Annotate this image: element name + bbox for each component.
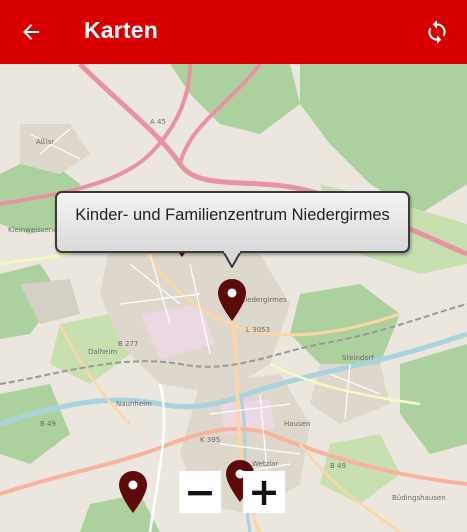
place-label-niedergirmes: Niedergirmes <box>240 296 287 304</box>
road-label: K 395 <box>200 436 221 444</box>
road-label: B 49 <box>330 462 346 470</box>
map-marker-selected[interactable] <box>217 278 247 322</box>
marker-info-popup[interactable]: Kinder- und Familienzentrum Niedergirmes <box>55 191 410 253</box>
popup-pointer <box>222 251 242 268</box>
road-label: B 49 <box>40 420 56 428</box>
page-title: Karten <box>84 17 159 43</box>
zoom-in-button[interactable]: + <box>243 471 285 513</box>
map-marker[interactable] <box>118 470 148 514</box>
place-label-dalheim: Dalheim <box>88 348 118 356</box>
place-label-asslar: Aßlar <box>36 138 55 146</box>
arrow-back-icon <box>23 24 39 40</box>
app-bar: Karten <box>0 0 467 64</box>
location-pin-icon <box>218 279 246 321</box>
road-label: L 3053 <box>246 326 270 334</box>
popup-title: Kinder- und Familienzentrum Niedergirmes <box>75 206 390 224</box>
refresh-button[interactable] <box>420 16 454 48</box>
place-label-hausen: Hausen <box>284 420 311 428</box>
place-label-naunheim: Naunheim <box>116 400 152 408</box>
road-label: A 45 <box>150 118 166 126</box>
place-label-buedingshausen: Büdingshausen <box>392 494 446 502</box>
sync-icon <box>428 20 446 44</box>
location-pin-icon <box>119 471 147 513</box>
place-label-steindorf: Steindorf <box>342 354 374 362</box>
zoom-out-button[interactable]: − <box>179 471 221 513</box>
map-view[interactable]: Aßlar Kleinweisseneck Dalheim Niedergirm… <box>0 64 467 532</box>
minus-icon: − <box>184 470 216 514</box>
back-button[interactable] <box>14 16 48 48</box>
app-screen: Karten Aßlar Kleinweisseneck Dalheim Nie… <box>0 0 467 532</box>
plus-icon: + <box>248 470 280 514</box>
road-label: B 277 <box>118 340 139 348</box>
place-label-wetzlar: Wetzlar <box>252 460 279 468</box>
